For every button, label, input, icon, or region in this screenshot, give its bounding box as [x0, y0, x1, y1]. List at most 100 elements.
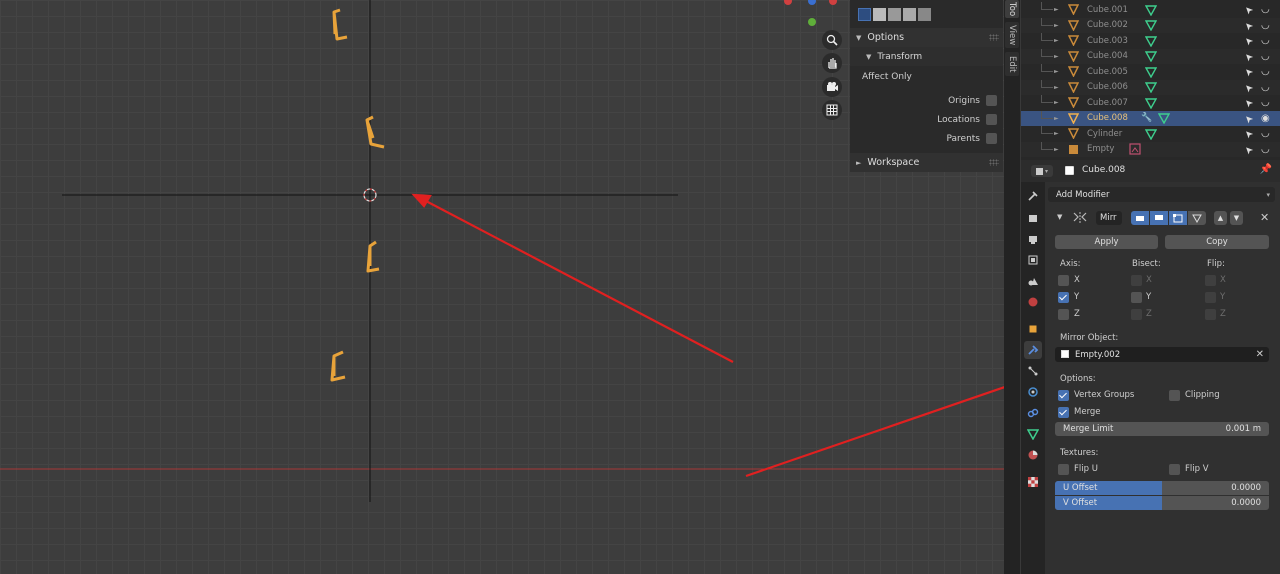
pin-icon[interactable]: 📌 — [1260, 164, 1272, 175]
modifier-wrench-icon[interactable]: 🔧 — [1141, 113, 1152, 123]
clear-field-icon[interactable]: ✕ — [1256, 349, 1264, 360]
axis-z-checkbox[interactable] — [1058, 309, 1069, 320]
outliner-row[interactable]: ► Cube.006 ➤ ◡ — [1021, 79, 1280, 95]
expand-triangle-icon[interactable]: ► — [1054, 68, 1059, 75]
outliner-row[interactable]: ► Cube.003 ➤ ◡ — [1021, 33, 1280, 49]
drag-grip-icon[interactable] — [989, 159, 999, 166]
drag-grip-icon[interactable] — [989, 34, 999, 41]
tab-tool[interactable]: Too — [1005, 0, 1019, 18]
selectable-arrow-icon[interactable]: ➤ — [1242, 96, 1256, 110]
copy-button[interactable]: Copy — [1165, 235, 1269, 249]
constraints-properties-icon[interactable] — [1024, 404, 1042, 422]
select-intersect-icon[interactable] — [918, 7, 931, 21]
flip-z-checkbox[interactable] — [1205, 309, 1216, 320]
mesh-data-icon[interactable] — [1144, 66, 1158, 79]
mesh-data-icon[interactable] — [1144, 19, 1158, 32]
gizmo-y-icon[interactable] — [808, 18, 816, 26]
move-down-icon[interactable]: ▼ — [1230, 211, 1243, 225]
outliner-row[interactable]: ► Empty ➤ ◡ — [1021, 141, 1280, 157]
render-monitor-icon[interactable] — [1150, 211, 1168, 225]
expand-triangle-icon[interactable]: ► — [1054, 99, 1059, 106]
grid-view-icon[interactable] — [822, 100, 842, 120]
parents-checkbox[interactable] — [986, 133, 997, 144]
edit-mode-icon[interactable] — [1169, 211, 1187, 225]
visibility-eye-icon[interactable]: ◡ — [1261, 128, 1270, 139]
origins-row[interactable]: Origins — [850, 91, 1003, 110]
select-invert-icon[interactable] — [903, 7, 916, 21]
selectable-arrow-icon[interactable]: ➤ — [1242, 49, 1256, 63]
bisect-z-checkbox[interactable] — [1131, 309, 1142, 320]
outliner-row[interactable]: ► Cube.007 ➤ ◡ — [1021, 95, 1280, 111]
world-properties-icon[interactable] — [1024, 293, 1042, 311]
select-mode-bar[interactable] — [850, 0, 1003, 28]
visibility-eye-icon[interactable]: ◡ — [1261, 4, 1270, 15]
select-extend-icon[interactable] — [873, 7, 886, 21]
visibility-eye-icon[interactable]: ◡ — [1261, 144, 1270, 155]
zoom-icon[interactable] — [822, 30, 842, 50]
remove-modifier-icon[interactable]: ✕ — [1260, 211, 1269, 224]
clipping-checkbox[interactable] — [1169, 390, 1180, 401]
modifier-properties-icon[interactable] — [1024, 341, 1042, 359]
bisect-x-checkbox[interactable] — [1131, 275, 1142, 286]
outliner-row[interactable]: ► Cube.008 🔧 ➤ ◉ — [1021, 110, 1280, 126]
mesh-data-icon[interactable] — [1144, 4, 1158, 17]
expand-triangle-icon[interactable]: ► — [1054, 130, 1059, 137]
outliner[interactable]: ► Cube.001 ➤ ◡ ► Cube.002 ➤ ◡ ► Cube.003 ➤ ◡ ► Cube.0… — [1021, 0, 1280, 160]
visibility-eye-icon[interactable]: ◡ — [1261, 82, 1270, 93]
move-up-icon[interactable]: ▲ — [1214, 211, 1227, 225]
visibility-eye-icon[interactable]: ◡ — [1261, 51, 1270, 62]
mesh-data-icon[interactable] — [1144, 81, 1158, 94]
editor-type-icon[interactable]: ▾ — [1031, 165, 1053, 177]
merge-limit-field[interactable]: Merge Limit 0.001 m — [1055, 422, 1269, 436]
texture-properties-icon[interactable] — [1024, 473, 1042, 491]
mesh-data-icon[interactable] — [1144, 97, 1158, 110]
particles-properties-icon[interactable] — [1024, 362, 1042, 380]
empty-data-icon[interactable] — [1129, 143, 1141, 155]
mesh-data-icon[interactable] — [1144, 128, 1158, 141]
expand-triangle-icon[interactable]: ► — [1054, 22, 1059, 29]
outliner-row[interactable]: ► Cube.001 ➤ ◡ — [1021, 2, 1280, 18]
physics-properties-icon[interactable] — [1024, 383, 1042, 401]
selectable-arrow-icon[interactable]: ➤ — [1242, 65, 1256, 79]
collapse-triangle-icon[interactable]: ▼ — [1057, 213, 1062, 221]
transform-subpanel-header[interactable]: ▼ Transform — [850, 47, 1003, 66]
expand-triangle-icon[interactable]: ► — [1054, 37, 1059, 44]
cage-mesh-icon[interactable] — [1188, 211, 1206, 225]
properties-editor[interactable]: ▾ Cube.008 📌 Add Modifier ▾ ▼ Mirr ▲ ▼ ✕… — [1021, 160, 1280, 574]
flip-u-checkbox[interactable] — [1058, 464, 1069, 475]
view-layer-properties-icon[interactable] — [1024, 251, 1042, 269]
vertex-groups-checkbox[interactable] — [1058, 390, 1069, 401]
selectable-arrow-icon[interactable]: ➤ — [1242, 111, 1256, 125]
scene-properties-icon[interactable] — [1024, 272, 1042, 290]
select-box-icon[interactable] — [858, 7, 871, 21]
tab-view[interactable]: View — [1005, 22, 1019, 48]
axis-x-checkbox[interactable] — [1058, 275, 1069, 286]
flip-v-checkbox[interactable] — [1169, 464, 1180, 475]
flip-x-checkbox[interactable] — [1205, 275, 1216, 286]
material-properties-icon[interactable] — [1024, 446, 1042, 464]
mesh-data-icon[interactable] — [1144, 35, 1158, 48]
realtime-camera-icon[interactable] — [1131, 211, 1149, 225]
expand-triangle-icon[interactable]: ► — [1054, 53, 1059, 60]
merge-checkbox[interactable] — [1058, 407, 1069, 418]
tab-edit[interactable]: Edit — [1005, 52, 1019, 76]
object-properties-icon[interactable] — [1024, 320, 1042, 338]
add-modifier-dropdown[interactable]: Add Modifier ▾ — [1048, 187, 1275, 202]
output-properties-icon[interactable] — [1024, 230, 1042, 248]
expand-triangle-icon[interactable]: ► — [1054, 6, 1059, 13]
visibility-eye-icon[interactable]: ◡ — [1261, 97, 1270, 108]
axis-y-checkbox[interactable] — [1058, 292, 1069, 303]
selectable-arrow-icon[interactable]: ➤ — [1242, 80, 1256, 94]
modifier-name-field[interactable]: Mirr — [1096, 211, 1122, 225]
v-offset-slider[interactable]: V Offset 0.0000 — [1055, 496, 1269, 510]
u-offset-slider[interactable]: U Offset 0.0000 — [1055, 481, 1269, 495]
outliner-row[interactable]: ► Cube.005 ➤ ◡ — [1021, 64, 1280, 80]
outliner-row[interactable]: ► Cube.004 ➤ ◡ — [1021, 48, 1280, 64]
pan-hand-icon[interactable] — [822, 53, 842, 73]
mesh-data-icon[interactable] — [1144, 50, 1158, 63]
locations-row[interactable]: Locations — [850, 110, 1003, 129]
outliner-row[interactable]: ► Cube.002 ➤ ◡ — [1021, 17, 1280, 33]
tool-properties-icon[interactable] — [1024, 187, 1042, 205]
visibility-eye-icon[interactable]: ◡ — [1261, 35, 1270, 46]
apply-button[interactable]: Apply — [1055, 235, 1158, 249]
